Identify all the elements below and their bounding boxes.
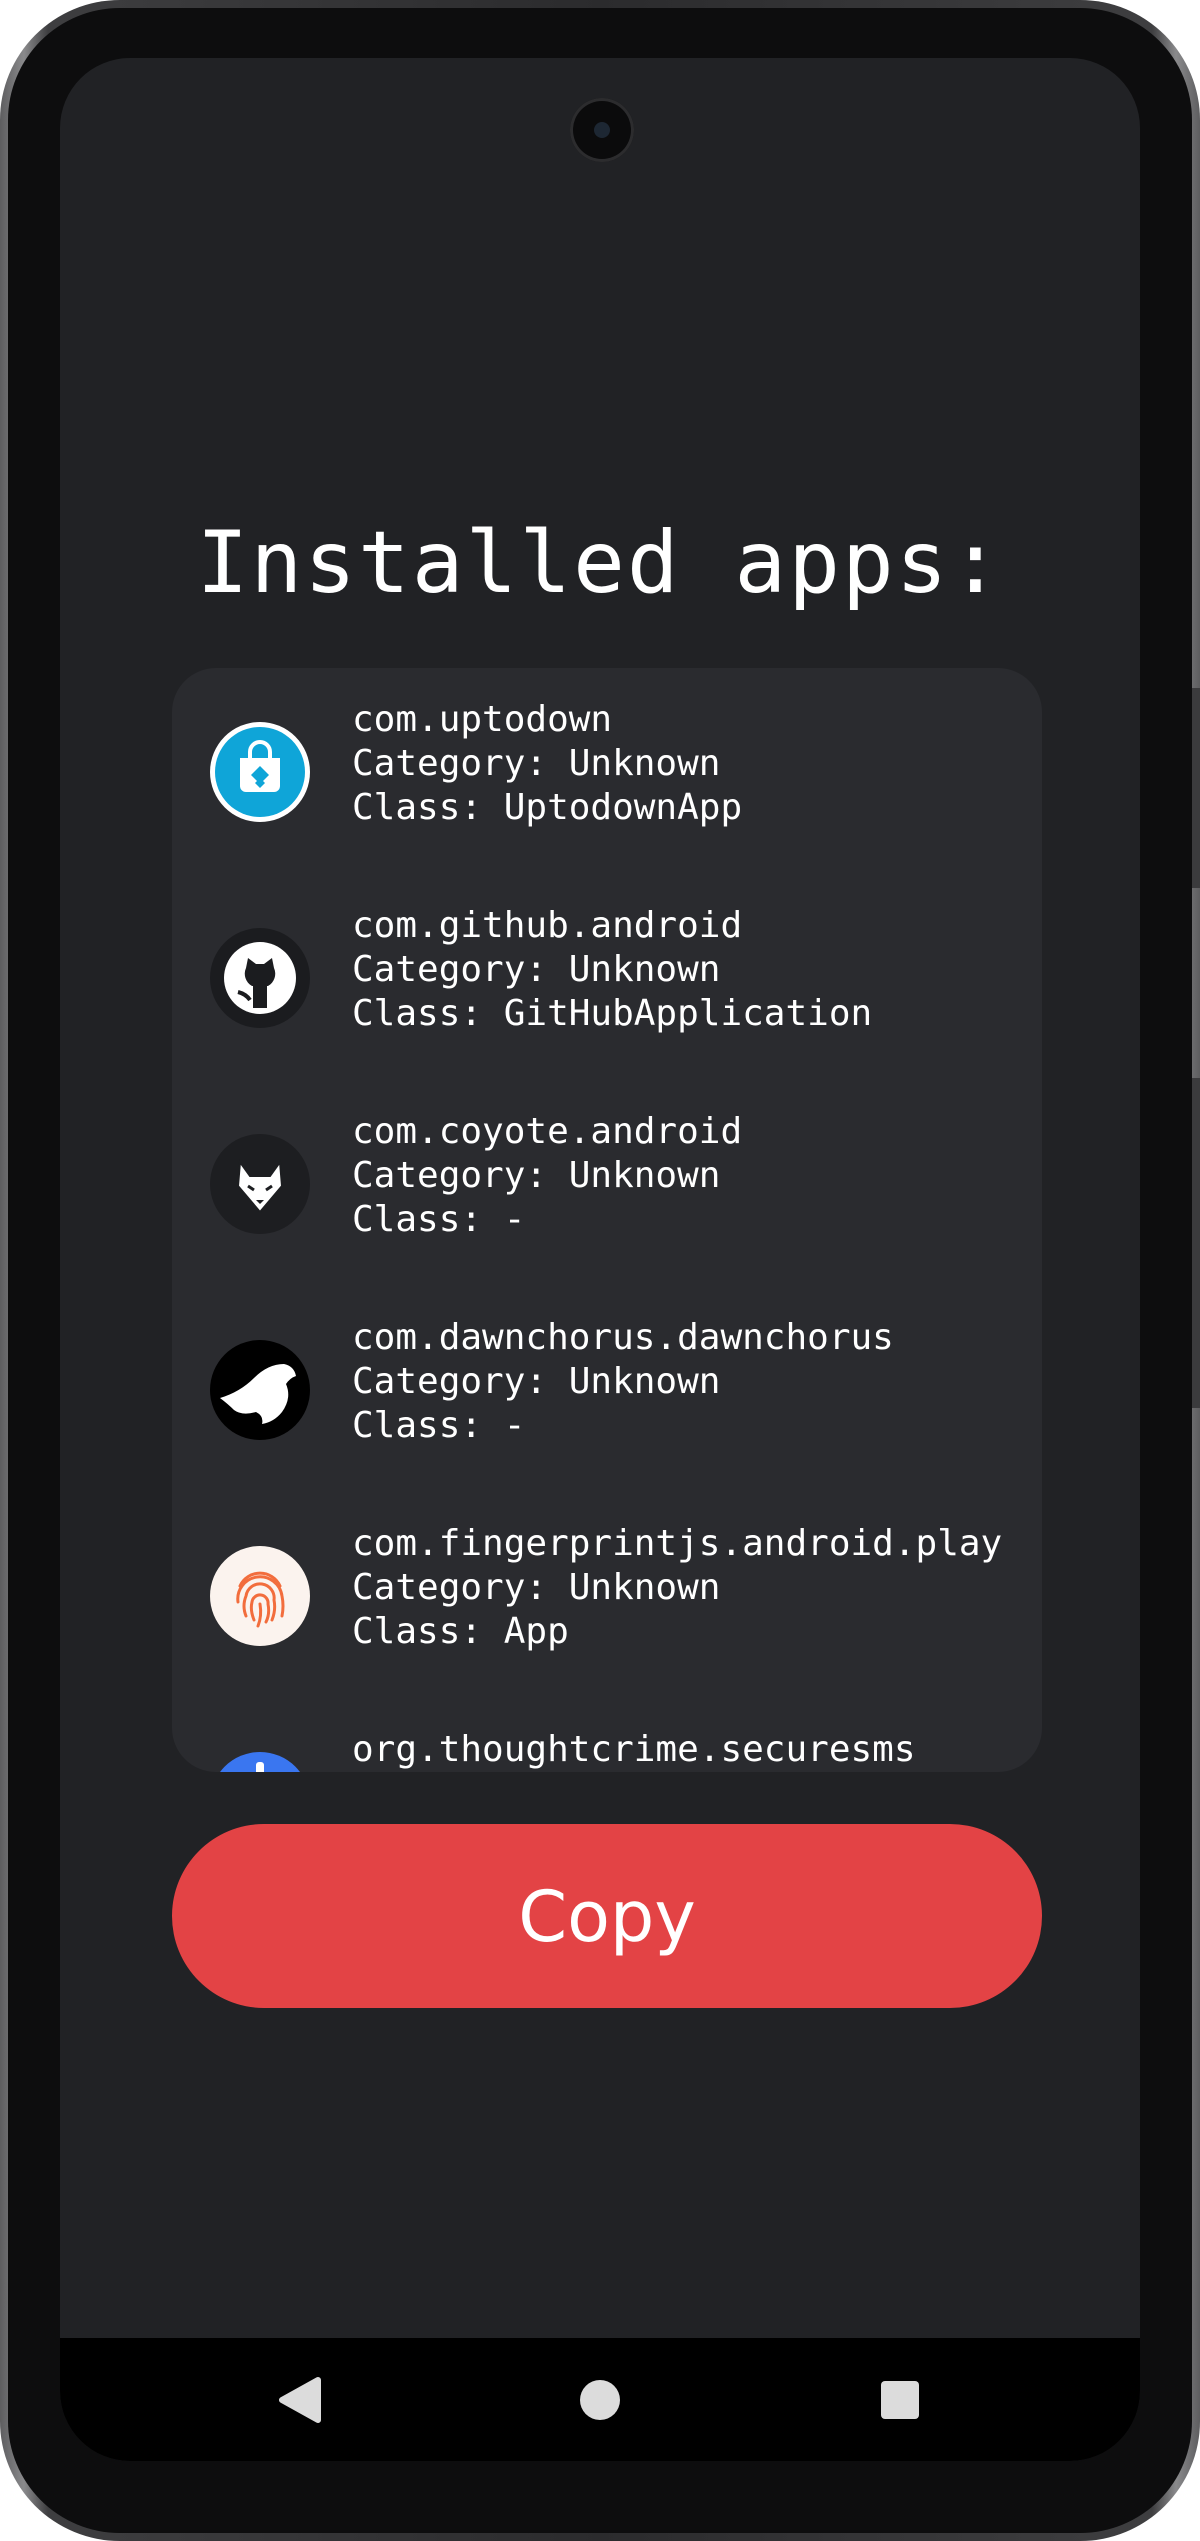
app-info: com.fingerprintjs.android.play Category:… xyxy=(352,1522,1002,1654)
app-category: Category: Unknown xyxy=(352,1567,721,1608)
power-button xyxy=(1192,688,1200,888)
app-class: Class: - xyxy=(352,1405,526,1446)
app-info: com.uptodown Category: Unknown Class: Up… xyxy=(352,698,742,830)
list-item[interactable]: com.fingerprintjs.android.play Category:… xyxy=(172,1492,1042,1698)
app-category: Category: Unknown xyxy=(352,1155,721,1196)
uptodown-icon xyxy=(210,722,310,822)
navigation-bar xyxy=(60,2338,1140,2461)
app-info: com.dawnchorus.dawnchorus Category: Unkn… xyxy=(352,1316,894,1448)
app-package: com.dawnchorus.dawnchorus xyxy=(352,1317,894,1358)
list-item[interactable]: com.dawnchorus.dawnchorus Category: Unkn… xyxy=(172,1286,1042,1492)
screen: Installed apps: com.uptodown Category: U xyxy=(60,58,1140,2461)
installed-apps-list[interactable]: com.uptodown Category: Unknown Class: Up… xyxy=(172,668,1042,1772)
back-icon[interactable] xyxy=(260,2360,340,2440)
app-class: Class: UptodownApp xyxy=(352,787,743,828)
list-item[interactable]: com.github.android Category: Unknown Cla… xyxy=(172,874,1042,1080)
list-item[interactable]: com.coyote.android Category: Unknown Cla… xyxy=(172,1080,1042,1286)
app-package: com.fingerprintjs.android.play xyxy=(352,1523,1003,1564)
app-info: com.github.android Category: Unknown Cla… xyxy=(352,904,872,1036)
app-package: com.uptodown xyxy=(352,699,613,740)
app-package: com.coyote.android xyxy=(352,1111,743,1152)
app-info: org.thoughtcrime.securesms xyxy=(352,1728,916,1772)
app-package: com.github.android xyxy=(352,905,743,946)
coyote-icon xyxy=(210,1134,310,1234)
list-item[interactable]: org.thoughtcrime.securesms xyxy=(172,1698,1042,1772)
app-class: Class: - xyxy=(352,1199,526,1240)
app-category: Category: Unknown xyxy=(352,949,721,990)
app-category: Category: Unknown xyxy=(352,743,721,784)
app-class: Class: GitHubApplication xyxy=(352,993,873,1034)
phone-bezel: Installed apps: com.uptodown Category: U xyxy=(8,8,1200,2533)
page-title: Installed apps: xyxy=(196,513,1004,613)
github-icon xyxy=(210,928,310,1028)
fingerprint-icon xyxy=(210,1546,310,1646)
copy-button[interactable]: Copy xyxy=(172,1824,1042,2008)
app-class: Class: App xyxy=(352,1611,569,1652)
volume-button xyxy=(1192,1078,1200,1408)
phone-frame: Installed apps: com.uptodown Category: U xyxy=(0,0,1200,2541)
app-info: com.coyote.android Category: Unknown Cla… xyxy=(352,1110,742,1242)
list-item[interactable]: com.uptodown Category: Unknown Class: Up… xyxy=(172,668,1042,874)
dawnchorus-bird-icon xyxy=(210,1340,310,1440)
app-package: org.thoughtcrime.securesms xyxy=(352,1729,916,1770)
home-icon[interactable] xyxy=(560,2360,640,2440)
recents-icon[interactable] xyxy=(860,2360,940,2440)
front-camera xyxy=(570,98,634,162)
app-category: Category: Unknown xyxy=(352,1361,721,1402)
signal-icon xyxy=(210,1752,310,1772)
